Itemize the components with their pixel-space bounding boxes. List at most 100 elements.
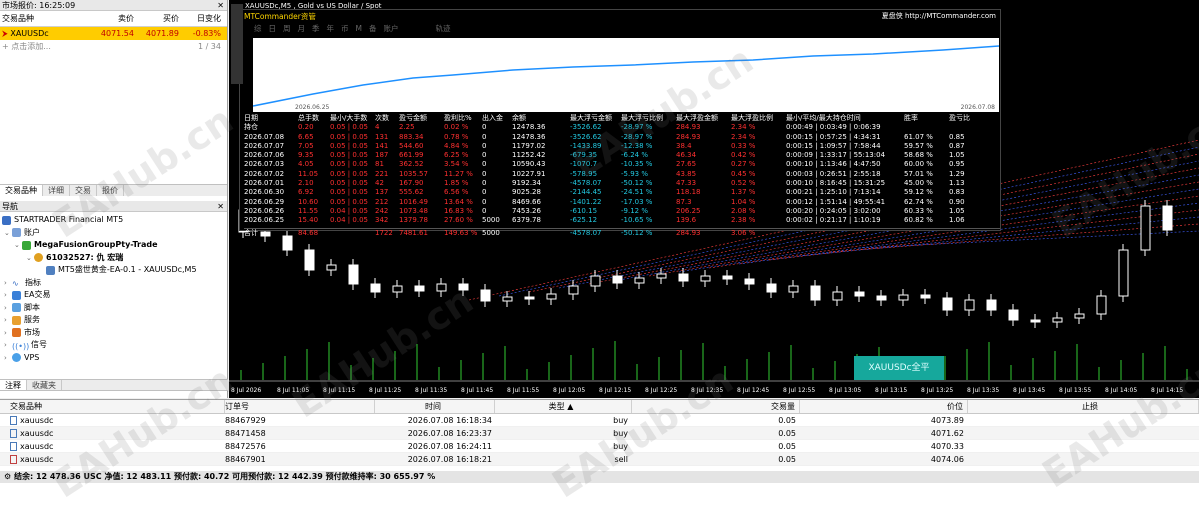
col-symbol[interactable]: 交易品种: [0, 11, 94, 26]
stats-cell: 0.05 | 0.05: [330, 132, 368, 141]
candle-body: [1052, 317, 1063, 323]
stats-cell: 2.08 %: [731, 206, 756, 215]
x-tick-label: 8 Jul 12:25: [645, 387, 677, 394]
stats-cell: 0:00:15 | 1:09:57 | 7:58:44: [786, 141, 881, 150]
tab-favorites[interactable]: 收藏夹: [27, 380, 62, 390]
stats-tab[interactable]: 账户: [383, 23, 398, 35]
nav-experts[interactable]: › EA交易: [0, 289, 227, 302]
chart-side-toolbar[interactable]: [231, 4, 243, 84]
tab-common[interactable]: 注释: [0, 380, 27, 390]
stats-tab[interactable]: 轨迹: [435, 23, 450, 35]
stats-tab[interactable]: 月: [298, 23, 306, 35]
nav-market[interactable]: › 市场: [0, 327, 227, 340]
x-tick-label: 8 Jul 13:05: [829, 387, 861, 394]
nav-broker[interactable]: STARTRADER Financial MT5: [0, 214, 227, 227]
ask-cell: 4071.89: [145, 29, 179, 38]
sl-cell: [968, 414, 1199, 426]
stats-tab[interactable]: 币: [341, 23, 349, 35]
col-symbol[interactable]: 交易品种: [0, 400, 225, 413]
col-change[interactable]: 日变化: [179, 11, 224, 26]
market-watch-row[interactable]: ⮞ XAUUSDc 4071.54 4071.89 -0.83%: [0, 27, 227, 40]
stats-cell: 0:00:02 | 0:21:17 | 1:10:19: [786, 216, 881, 225]
col-volume[interactable]: 交易量: [632, 400, 800, 413]
market-label: 市场: [24, 327, 40, 337]
stats-cell: 131: [375, 132, 389, 141]
col-time[interactable]: 时间: [375, 400, 495, 413]
chevron-right-icon[interactable]: ›: [4, 289, 12, 302]
chevron-right-icon[interactable]: ›: [4, 339, 12, 352]
table-row[interactable]: xauusdc 88467901 2026.07.08 16:18:21 sell 0.…: [0, 453, 1199, 466]
stats-cell: 3.06 %: [731, 228, 756, 237]
chevron-down-icon[interactable]: ⌄: [26, 252, 34, 265]
x-tick-label: 8 Jul 12:15: [599, 387, 631, 394]
chevron-right-icon[interactable]: ›: [4, 327, 12, 340]
symbol-cell: xauusdc: [0, 427, 225, 439]
stats-header-row: 日期 总手数 最小/大手数 次数 盈亏金额 盈利比% 出入金 余额 最大浮亏金额 最大浮亏比例 最大…: [244, 114, 1000, 123]
stats-tab[interactable]: 日: [269, 23, 277, 35]
ea-icon: [46, 265, 55, 275]
chevron-right-icon[interactable]: ›: [4, 302, 12, 315]
nav-vps[interactable]: › VPS: [0, 352, 227, 365]
chevron-down-icon[interactable]: ⌄: [4, 227, 12, 240]
nav-accounts[interactable]: ⌄ 账户: [0, 227, 227, 240]
stats-tab[interactable]: 综: [254, 23, 262, 35]
stats-cell: 1.05: [949, 151, 965, 160]
nav-scripts[interactable]: › 脚本: [0, 302, 227, 315]
stats-cell: 2026.07.03: [244, 160, 285, 169]
col-price[interactable]: 价位: [800, 400, 968, 413]
stats-cell: 0.05 | 0.05: [330, 169, 368, 178]
tab-details[interactable]: 详细: [43, 185, 70, 196]
nav-account[interactable]: ⌄ 61032527: 仇 宏瑞: [0, 252, 227, 265]
close-icon[interactable]: ✕: [217, 201, 227, 211]
stats-cell: -2144.45: [570, 188, 602, 197]
left-panel: 市场报价: 16:25:09 ✕ 交易品种 卖价 买价 日变化 ⮞ XAUUSD…: [0, 0, 228, 398]
chevron-right-icon[interactable]: ›: [4, 277, 12, 290]
price-cell: 4074.06: [930, 455, 964, 464]
tab-trading[interactable]: 交易: [70, 185, 97, 196]
table-row[interactable]: xauusdc 88472576 2026.07.08 16:24:11 buy 0.0…: [0, 440, 1199, 453]
nav-indicators[interactable]: › ∿ 指标: [0, 277, 227, 290]
candle-body: [722, 275, 733, 280]
x-tick-label: 8 Jul 11:25: [369, 387, 401, 394]
stats-cell: 6.92: [298, 188, 314, 197]
stats-tab[interactable]: M: [356, 23, 362, 35]
col-type[interactable]: 类型 ▲: [495, 400, 632, 413]
stats-tab[interactable]: 年: [327, 23, 335, 35]
tab-symbols[interactable]: 交易品种: [0, 185, 43, 196]
user-icon: [34, 253, 43, 263]
stats-cell: 11.27 %: [444, 169, 473, 178]
nav-services[interactable]: › 服务: [0, 314, 227, 327]
nav-server[interactable]: ⌄ MegaFusionGroupPty-Trade: [0, 239, 227, 252]
stats-tab[interactable]: 备: [369, 23, 377, 35]
stats-cell: 2.10: [298, 179, 314, 188]
stats-cell: 3.54 %: [444, 160, 469, 169]
table-row[interactable]: xauusdc 88471458 2026.07.08 16:23:37 buy 0.0…: [0, 427, 1199, 440]
col-bid[interactable]: 卖价: [94, 11, 134, 26]
add-symbol-row[interactable]: + 点击添加... 1 / 34: [0, 40, 227, 53]
stats-cell: 6379.78: [512, 216, 541, 225]
close-icon[interactable]: ✕: [217, 0, 227, 10]
chevron-right-icon[interactable]: ›: [4, 314, 12, 327]
vps-label: VPS: [24, 352, 40, 362]
stats-tab[interactable]: 周: [283, 23, 291, 35]
col-ask[interactable]: 买价: [134, 11, 179, 26]
chevron-right-icon[interactable]: ›: [4, 352, 12, 365]
chevron-down-icon[interactable]: ⌄: [14, 239, 22, 252]
nav-ea-instance[interactable]: MT5盛世黄金-EA-0.1 - XAUUSDc,M5: [0, 264, 227, 277]
stats-row: 2026.07.06 9.35 0.05 | 0.05 187 661.99 6.25 %…: [244, 151, 1000, 160]
stats-cell: -679.35: [570, 151, 598, 160]
stats-cell: 0.95: [949, 160, 965, 169]
nav-signals[interactable]: › ((•)) 信号: [0, 339, 227, 352]
close-all-button[interactable]: XAUUSDc全平: [854, 356, 944, 380]
col-order[interactable]: 订单号: [225, 400, 375, 413]
stats-link[interactable]: 夏盘侠 http://MTCommander.com: [882, 10, 996, 23]
order-cell: 88467929: [225, 416, 266, 425]
x-tick-label: 8 Jul 12:35: [691, 387, 723, 394]
tab-ticks[interactable]: 报价: [97, 185, 124, 196]
stats-cell: 661.99: [399, 151, 424, 160]
stats-tab[interactable]: 季: [312, 23, 320, 35]
table-row[interactable]: xauusdc 88467929 2026.07.08 16:18:34 buy 0.0…: [0, 414, 1199, 427]
col-sl[interactable]: 止损: [968, 400, 1199, 413]
stats-cell: [512, 229, 570, 238]
stats-cell: 118.18: [676, 188, 701, 197]
